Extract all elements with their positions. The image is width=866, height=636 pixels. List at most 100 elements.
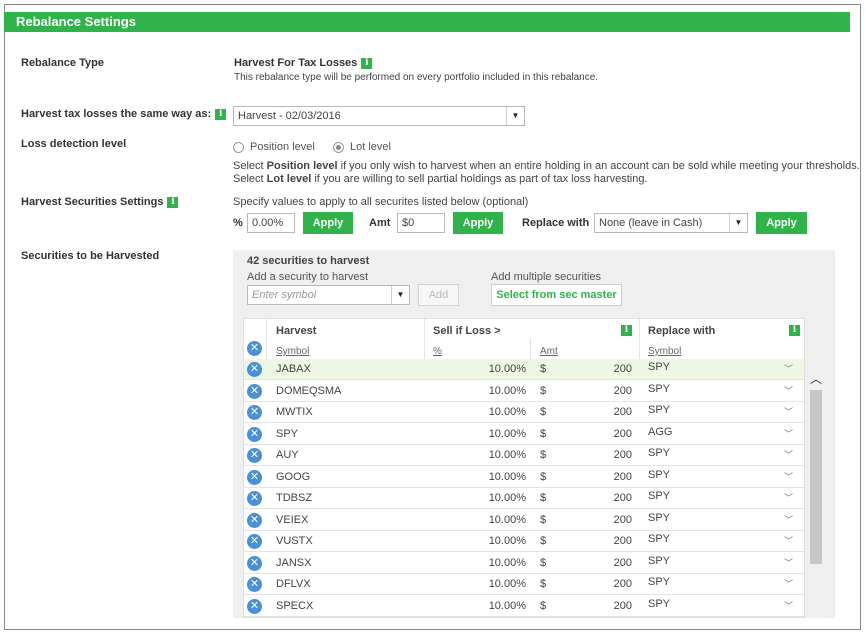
double-chevron-down-icon[interactable]: ﹀ [784,467,793,488]
table-row[interactable]: ✕ AUY 10.00% $200 SPY ﹀ [244,445,804,466]
double-chevron-down-icon[interactable]: ﹀ [784,510,793,531]
row-amt[interactable]: 200 [544,596,632,617]
table-row[interactable]: ✕ VUSTX 10.00% $200 SPY ﹀ [244,531,804,552]
remove-icon[interactable]: ✕ [247,362,262,377]
remove-icon[interactable]: ✕ [247,491,262,506]
apply-replace-button[interactable]: Apply [756,212,807,234]
row-pct[interactable]: 10.00% [424,402,526,423]
info-icon[interactable]: i [361,57,373,69]
double-chevron-down-icon[interactable]: ﹀ [784,381,793,402]
row-pct[interactable]: 10.00% [424,553,526,574]
row-amt[interactable]: 200 [544,467,632,488]
radio-lot-level[interactable]: Lot level [333,141,391,153]
row-replace[interactable]: SPY [648,574,670,595]
harvest-same-select[interactable]: Harvest - 02/03/2016 ▼ [233,106,525,126]
row-amt[interactable]: 200 [544,488,632,509]
row-amt[interactable]: 200 [544,424,632,445]
row-pct[interactable]: 10.00% [424,359,526,380]
table-row[interactable]: ✕ SPECX 10.00% $200 SPY ﹀ [244,596,804,617]
row-amt[interactable]: 200 [544,359,632,380]
table-row[interactable]: ✕ DFLVX 10.00% $200 SPY ﹀ [244,574,804,595]
table-row[interactable]: ✕ SPY 10.00% $200 AGG ﹀ [244,424,804,445]
row-amt[interactable]: 200 [544,402,632,423]
table-row[interactable]: ✕ GOOG 10.00% $200 SPY ﹀ [244,467,804,488]
scrollbar-thumb[interactable] [810,390,822,564]
row-pct[interactable]: 10.00% [424,424,526,445]
caret-down-icon[interactable]: ▼ [391,286,409,304]
row-replace[interactable]: SPY [648,510,670,531]
row-pct[interactable]: 10.00% [424,596,526,617]
remove-icon[interactable]: ✕ [247,448,262,463]
row-pct[interactable]: 10.00% [424,510,526,531]
row-amt[interactable]: 200 [544,445,632,466]
info-icon[interactable]: i [167,196,179,208]
row-replace[interactable]: SPY [648,531,670,552]
row-pct[interactable]: 10.00% [424,381,526,402]
row-amt[interactable]: 200 [544,381,632,402]
double-chevron-down-icon[interactable]: ﹀ [784,531,793,552]
radio-position-level[interactable]: Position level [233,141,315,153]
apply-amt-button[interactable]: Apply [453,212,503,234]
table-row[interactable]: ✕ TDBSZ 10.00% $200 SPY ﹀ [244,488,804,509]
remove-icon[interactable]: ✕ [247,555,262,571]
row-amt[interactable]: 200 [544,553,632,574]
pct-input[interactable] [247,213,295,233]
info-icon[interactable]: i [215,108,227,120]
row-pct[interactable]: 10.00% [424,531,526,552]
replace-with-select[interactable]: None (leave in Cash) ▼ [594,213,748,233]
table-row[interactable]: ✕ MWTIX 10.00% $200 SPY ﹀ [244,402,804,423]
row-pct[interactable]: 10.00% [424,445,526,466]
double-chevron-down-icon[interactable]: ﹀ [784,445,793,466]
row-replace[interactable]: SPY [648,467,670,488]
caret-down-icon[interactable]: ▼ [506,107,524,125]
remove-all-icon[interactable]: ✕ [247,341,262,356]
table-row[interactable]: ✕ JABAX 10.00% $200 SPY ﹀ [244,359,804,380]
remove-icon[interactable]: ✕ [247,405,262,420]
row-replace[interactable]: SPY [648,445,670,466]
row-amt[interactable]: 200 [544,510,632,531]
col-amt[interactable]: Amt [540,346,558,357]
row-replace[interactable]: SPY [648,553,670,574]
row-pct[interactable]: 10.00% [424,467,526,488]
row-replace[interactable]: SPY [648,402,670,423]
double-chevron-down-icon[interactable]: ﹀ [784,424,793,445]
table-row[interactable]: ✕ JANSX 10.00% $200 SPY ﹀ [244,553,804,574]
remove-icon[interactable]: ✕ [247,598,262,614]
double-chevron-down-icon[interactable]: ﹀ [784,553,793,574]
row-replace[interactable]: SPY [648,381,670,402]
row-replace[interactable]: SPY [648,359,670,380]
double-chevron-down-icon[interactable]: ﹀ [784,359,793,380]
symbol-input[interactable]: Enter symbol ▼ [247,285,410,305]
radio-button-position[interactable] [233,141,244,153]
amt-input[interactable] [397,213,445,233]
remove-icon[interactable]: ✕ [247,577,262,592]
row-replace[interactable]: AGG [648,424,672,445]
row-replace[interactable]: SPY [648,488,670,509]
select-sec-master-button[interactable]: Select from sec master [491,284,622,306]
remove-icon[interactable]: ✕ [247,512,262,528]
double-chevron-down-icon[interactable]: ﹀ [784,596,793,617]
row-amt[interactable]: 200 [544,574,632,595]
remove-icon[interactable]: ✕ [247,426,262,442]
remove-icon[interactable]: ✕ [247,534,262,549]
table-row[interactable]: ✕ VEIEX 10.00% $200 SPY ﹀ [244,510,804,531]
row-pct[interactable]: 10.00% [424,574,526,595]
row-amt[interactable]: 200 [544,531,632,552]
remove-icon[interactable]: ✕ [247,383,262,399]
col-pct[interactable]: % [433,346,442,357]
double-chevron-down-icon[interactable]: ﹀ [784,574,793,595]
col-replace-symbol[interactable]: Symbol [648,346,681,357]
apply-pct-button[interactable]: Apply [303,212,353,234]
double-chevron-down-icon[interactable]: ﹀ [784,488,793,509]
col-symbol[interactable]: Symbol [276,346,309,357]
info-icon[interactable]: i [789,325,800,336]
row-replace[interactable]: SPY [648,596,670,617]
double-chevron-down-icon[interactable]: ﹀ [784,402,793,423]
add-security-button[interactable]: Add [418,284,459,306]
remove-icon[interactable]: ✕ [247,469,262,485]
info-icon[interactable]: i [621,325,632,336]
radio-button-lot[interactable] [333,141,344,153]
chevron-up-icon[interactable]: ︿ [808,370,824,387]
row-pct[interactable]: 10.00% [424,488,526,509]
caret-down-icon[interactable]: ▼ [729,214,747,232]
